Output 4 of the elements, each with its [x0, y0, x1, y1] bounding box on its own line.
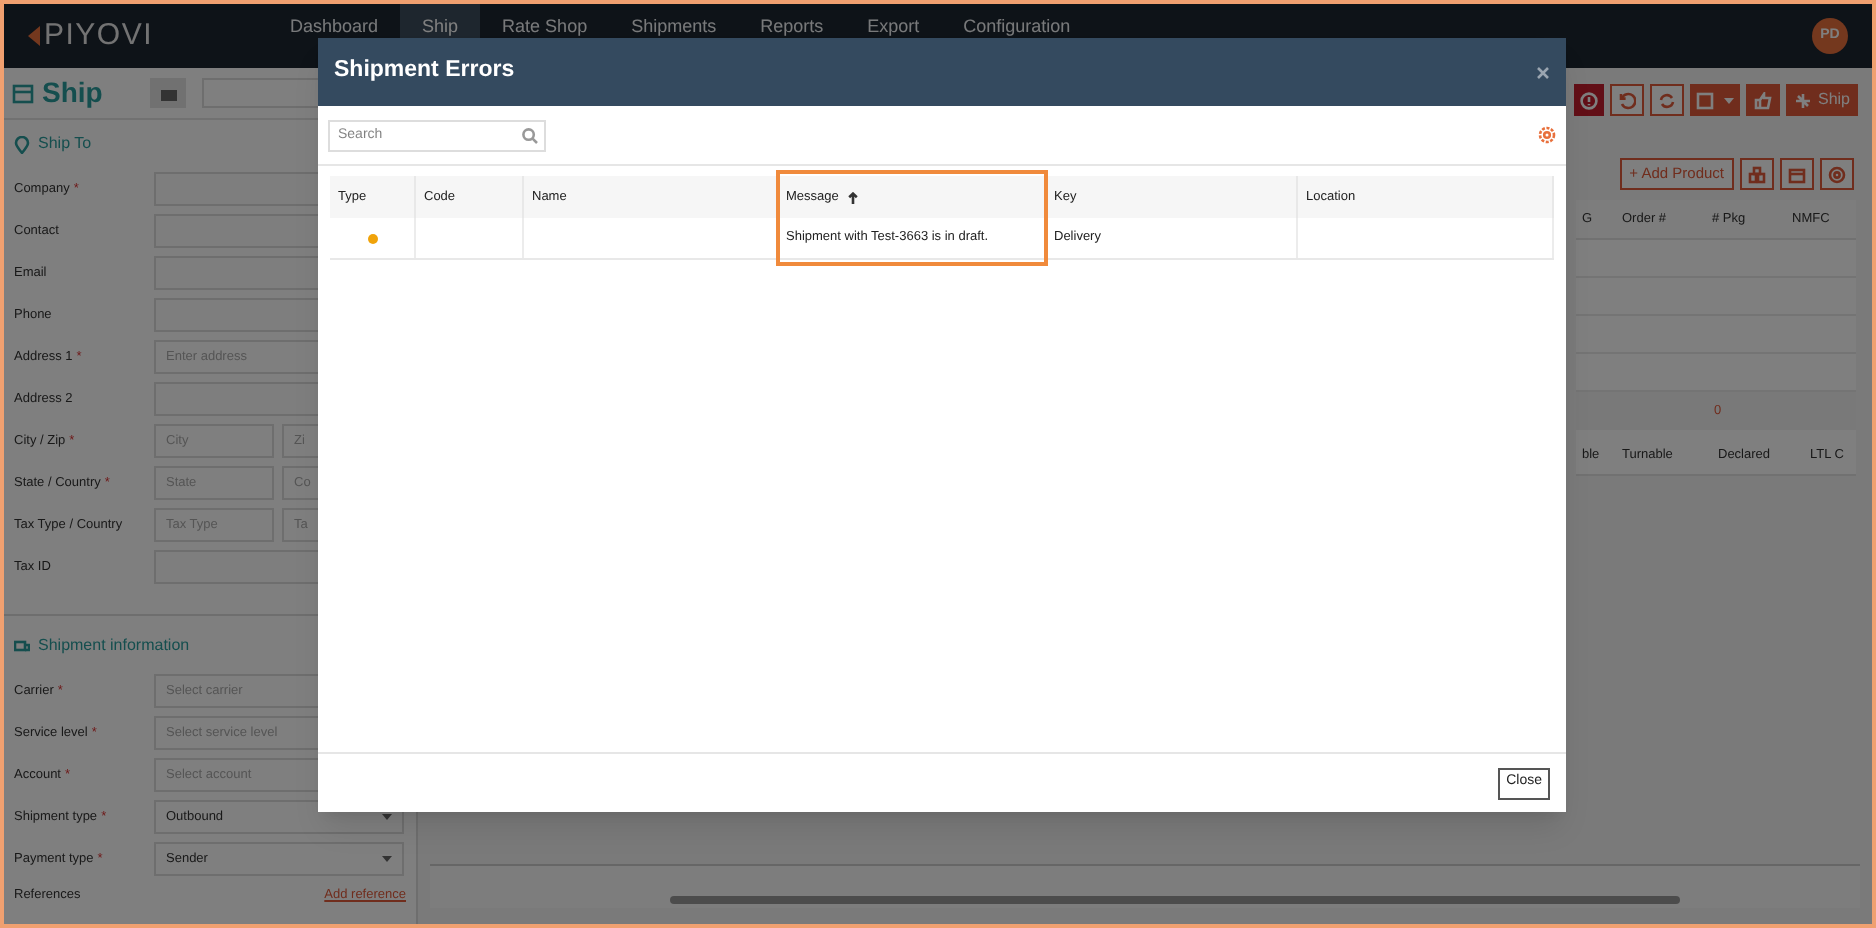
page-title: Ship — [42, 74, 103, 112]
section-title: Shipment information — [38, 634, 190, 658]
logo: PIYOVI — [44, 15, 154, 56]
section-title: Ship To — [38, 132, 92, 156]
